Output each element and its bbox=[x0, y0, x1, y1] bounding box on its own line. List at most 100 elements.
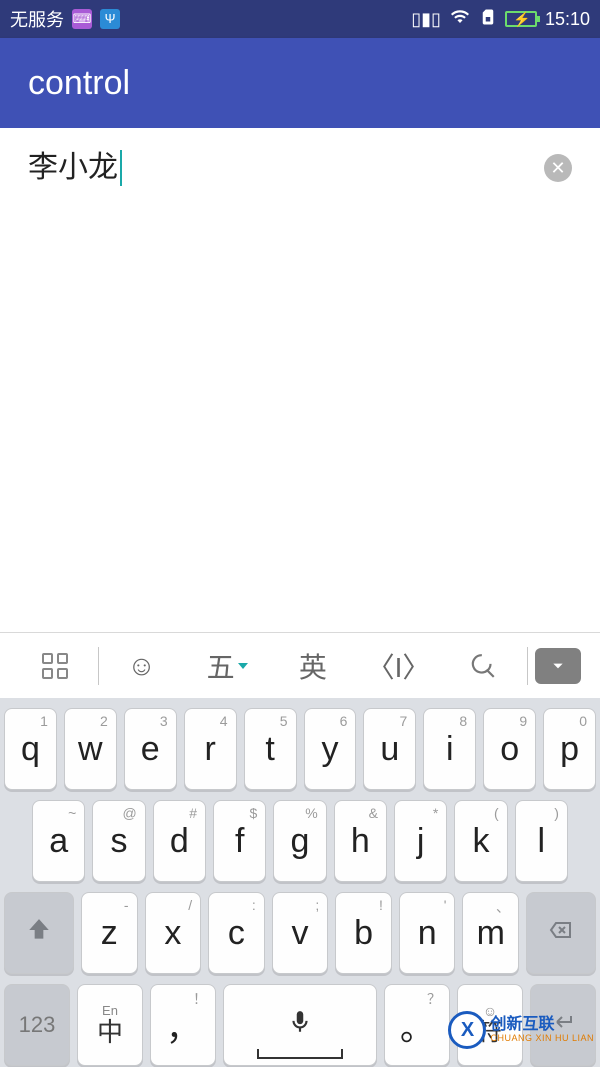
key-i[interactable]: 8i bbox=[423, 708, 476, 790]
wifi-icon bbox=[449, 8, 471, 31]
ime-cursor-button[interactable]: 〈I〉 bbox=[356, 644, 442, 688]
backspace-icon bbox=[544, 918, 578, 949]
key-l[interactable]: )l bbox=[515, 800, 568, 882]
key-x[interactable]: /x bbox=[145, 892, 202, 974]
key-hint: ! bbox=[379, 897, 383, 913]
search-icon bbox=[471, 653, 497, 679]
lang-sub-label: En bbox=[102, 1004, 118, 1018]
key-hint: - bbox=[124, 897, 129, 913]
text-input-area[interactable]: 李小龙 ✕ bbox=[0, 128, 600, 632]
key-main: p bbox=[560, 730, 579, 769]
key-s[interactable]: @s bbox=[92, 800, 145, 882]
watermark: X 创新互联 CHUANG XIN HU LIAN bbox=[448, 1011, 594, 1049]
text-input-value: 李小龙 bbox=[28, 150, 122, 186]
key-z[interactable]: -z bbox=[81, 892, 138, 974]
key-main: g bbox=[291, 822, 310, 861]
key-main: d bbox=[170, 822, 189, 861]
space-key[interactable] bbox=[223, 984, 377, 1066]
key-hint: % bbox=[305, 805, 317, 821]
key-e[interactable]: 3e bbox=[124, 708, 177, 790]
key-main: x bbox=[164, 914, 181, 953]
key-hint: 8 bbox=[459, 713, 467, 729]
eng-label: 英 bbox=[299, 646, 327, 686]
key-hint: ~ bbox=[68, 805, 76, 821]
key-hint: 2 bbox=[100, 713, 108, 729]
key-main: l bbox=[538, 822, 546, 861]
key-f[interactable]: $f bbox=[213, 800, 266, 882]
key-main: n bbox=[418, 914, 437, 953]
keyboard-row-1: 1q2w3e4r5t6y7u8i9o0p bbox=[4, 708, 596, 790]
key-main: y bbox=[321, 730, 338, 769]
key-hint: 4 bbox=[220, 713, 228, 729]
vibrate-icon: ▯▮▯ bbox=[411, 9, 441, 30]
ime-wubi-button[interactable]: 五 bbox=[184, 644, 270, 688]
grid-icon bbox=[42, 653, 68, 679]
watermark-logo: X bbox=[448, 1011, 486, 1049]
key-hint: 5 bbox=[280, 713, 288, 729]
key-hint: $ bbox=[250, 805, 258, 821]
watermark-subtext: CHUANG XIN HU LIAN bbox=[490, 1033, 594, 1043]
shift-key[interactable] bbox=[4, 892, 74, 974]
key-hint: 6 bbox=[340, 713, 348, 729]
ime-emoji-button[interactable]: ☺ bbox=[99, 644, 185, 688]
key-y[interactable]: 6y bbox=[304, 708, 357, 790]
numeric-key[interactable]: 123 bbox=[4, 984, 70, 1066]
key-n[interactable]: 'n bbox=[399, 892, 456, 974]
ime-hide-keyboard-button[interactable] bbox=[528, 644, 588, 688]
key-u[interactable]: 7u bbox=[363, 708, 416, 790]
key-main: w bbox=[78, 730, 103, 769]
backspace-key[interactable] bbox=[526, 892, 596, 974]
ime-english-button[interactable]: 英 bbox=[270, 644, 356, 688]
key-main: o bbox=[500, 730, 519, 769]
language-switch-key[interactable]: En 中 bbox=[77, 984, 143, 1066]
mic-icon bbox=[287, 1007, 313, 1044]
lang-main-label: 中 bbox=[97, 1018, 123, 1047]
key-main: r bbox=[204, 730, 215, 769]
key-main: b bbox=[354, 914, 373, 953]
status-bar: 无服务 ⌨ Ψ ▯▮▯ ⚡ 15:10 bbox=[0, 0, 600, 38]
key-r[interactable]: 4r bbox=[184, 708, 237, 790]
clock-label: 15:10 bbox=[545, 9, 590, 30]
sim-icon bbox=[479, 7, 497, 32]
ime-grid-button[interactable] bbox=[12, 644, 98, 688]
key-h[interactable]: &h bbox=[334, 800, 387, 882]
ime-search-button[interactable] bbox=[441, 644, 527, 688]
key-main: u bbox=[380, 730, 399, 769]
key-main: c bbox=[228, 914, 245, 953]
key-main: v bbox=[292, 914, 309, 953]
wubi-label: 五 bbox=[207, 646, 235, 686]
key-hint: # bbox=[189, 805, 197, 821]
key-o[interactable]: 9o bbox=[483, 708, 536, 790]
key-t[interactable]: 5t bbox=[244, 708, 297, 790]
key-hint: @ bbox=[122, 805, 136, 821]
numeric-label: 123 bbox=[19, 1012, 56, 1038]
key-d[interactable]: #d bbox=[153, 800, 206, 882]
period-key[interactable]: ？ 。 bbox=[384, 984, 450, 1066]
key-k[interactable]: (k bbox=[454, 800, 507, 882]
key-c[interactable]: :c bbox=[208, 892, 265, 974]
key-main: f bbox=[235, 822, 244, 861]
emoji-icon: ☺ bbox=[127, 650, 156, 682]
battery-icon: ⚡ bbox=[505, 11, 537, 27]
key-m[interactable]: 、m bbox=[462, 892, 519, 974]
key-b[interactable]: !b bbox=[335, 892, 392, 974]
key-main: h bbox=[351, 822, 370, 861]
shift-icon bbox=[26, 917, 52, 950]
key-j[interactable]: *j bbox=[394, 800, 447, 882]
key-q[interactable]: 1q bbox=[4, 708, 57, 790]
key-hint: 0 bbox=[579, 713, 587, 729]
key-main: k bbox=[472, 822, 489, 861]
key-main: m bbox=[477, 914, 505, 953]
key-main: e bbox=[141, 730, 160, 769]
key-a[interactable]: ~a bbox=[32, 800, 85, 882]
key-v[interactable]: ;v bbox=[272, 892, 329, 974]
key-main: a bbox=[49, 822, 68, 861]
key-hint: ' bbox=[444, 897, 447, 913]
key-p[interactable]: 0p bbox=[543, 708, 596, 790]
key-g[interactable]: %g bbox=[273, 800, 326, 882]
key-hint: 9 bbox=[519, 713, 527, 729]
clear-input-button[interactable]: ✕ bbox=[544, 154, 572, 182]
key-w[interactable]: 2w bbox=[64, 708, 117, 790]
keyboard-indicator-icon: ⌨ bbox=[72, 9, 92, 29]
comma-key[interactable]: ！ ， bbox=[150, 984, 216, 1066]
